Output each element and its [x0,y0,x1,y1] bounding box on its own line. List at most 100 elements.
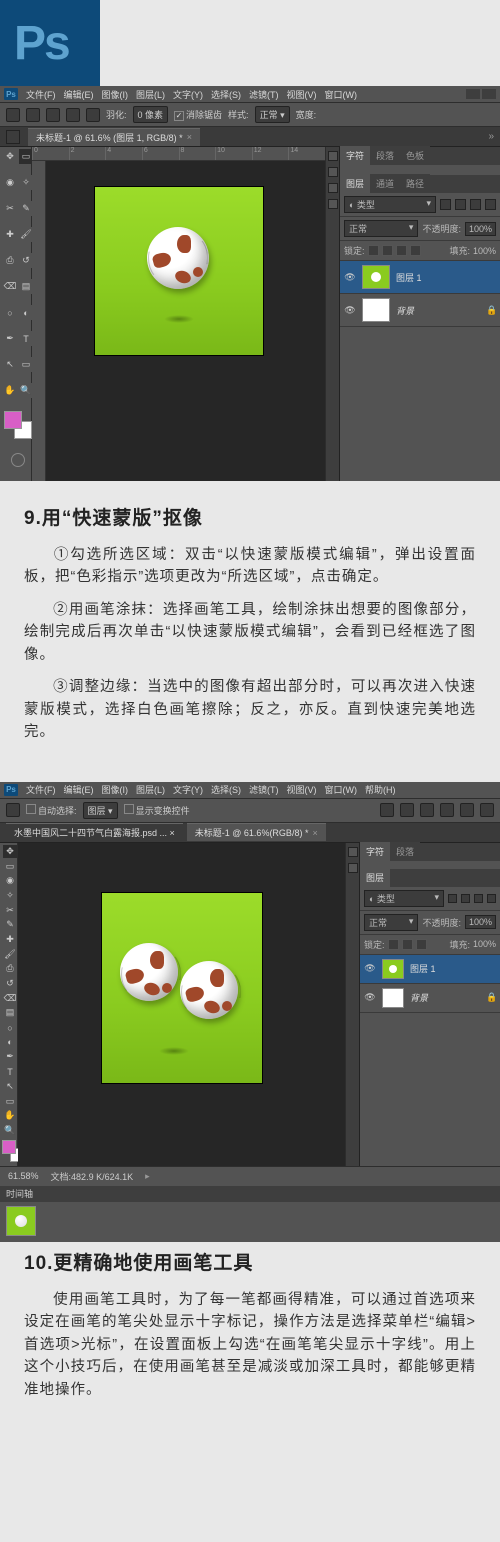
move-tool-icon[interactable]: ✥ [3,149,17,164]
menu-window[interactable]: 窗口(W) [325,88,358,101]
menu-edit[interactable]: 编辑(E) [64,88,94,101]
filter-icon[interactable] [470,199,481,210]
fill-input[interactable]: 100% [473,939,496,949]
menu-file[interactable]: 文件(F) [26,783,56,796]
wand-tool-icon[interactable]: ✧ [3,889,17,903]
menu-filter[interactable]: 滤镜(T) [249,783,279,796]
collapsed-panel-icon[interactable] [328,151,338,161]
menu-file[interactable]: 文件(F) [26,88,56,101]
align-icon[interactable] [460,803,474,817]
filter-icon[interactable] [461,894,470,903]
layer-thumbnail[interactable] [382,959,404,979]
quickmask-toggle-icon[interactable] [11,453,25,467]
tab-layers[interactable]: 图层 [340,174,370,193]
doc-info-caret-icon[interactable]: ▸ [145,1171,150,1182]
eyedrop-tool-icon[interactable]: ✎ [3,918,17,932]
document-tab-1[interactable]: 水墨中国风二十四节气白露海报.psd ... × [6,823,183,841]
collapsed-panel-icon[interactable] [328,199,338,209]
lock-all-icon[interactable] [396,245,407,256]
style-select[interactable]: 正常 ▾ [255,106,290,123]
layer-name[interactable]: 图层 1 [410,962,436,975]
tab-paragraph[interactable]: 段落 [390,842,420,861]
menu-window[interactable]: 窗口(W) [325,783,358,796]
align-icon[interactable] [420,803,434,817]
collapsed-panel-icon[interactable] [328,167,338,177]
collapsed-panel-icon[interactable] [328,183,338,193]
fg-color-swatch[interactable] [2,1140,16,1154]
tab-close-icon[interactable]: × [312,828,317,838]
menu-image[interactable]: 图像(I) [102,783,129,796]
layer-row-bg[interactable]: 👁 背景 🔒 [340,294,500,327]
minimize-button[interactable] [466,89,480,99]
filter-icon[interactable] [440,199,451,210]
path-tool-icon[interactable]: ↖ [3,357,17,372]
menu-type[interactable]: 文字(Y) [173,783,203,796]
document-tab-2[interactable]: 未标题-1 @ 61.6%(RGB/8) * × [187,823,326,841]
lasso-tool-icon[interactable]: ◉ [3,874,17,888]
marquee-tool-icon[interactable]: ▭ [19,149,33,164]
layer-row-1[interactable]: 👁 图层 1 [340,261,500,294]
antialias-checkbox[interactable]: ✓消除锯齿 [174,108,222,121]
wand-tool-icon[interactable]: ✧ [19,175,33,190]
tab-character[interactable]: 字符 [340,146,370,165]
collapsed-panel-icon[interactable] [348,863,358,873]
color-swatches[interactable] [4,411,32,439]
menu-select[interactable]: 选择(S) [211,88,241,101]
align-icon[interactable] [400,803,414,817]
dodge-tool-icon[interactable]: ◐ [3,1035,17,1049]
move-preset-icon[interactable] [6,803,20,817]
visibility-toggle-icon[interactable]: 👁 [364,992,376,1003]
tab-overflow-icon[interactable]: » [488,131,500,142]
menu-filter[interactable]: 滤镜(T) [249,88,279,101]
menu-edit[interactable]: 编辑(E) [64,783,94,796]
menu-help[interactable]: 帮助(H) [365,783,396,796]
brush-tool-icon[interactable]: 🖌 [19,227,33,242]
visibility-toggle-icon[interactable]: 👁 [344,305,356,316]
layer-thumbnail[interactable] [362,298,390,322]
eyedrop-tool-icon[interactable]: ✎ [19,201,33,216]
dodge-tool-icon[interactable]: ◐ [19,305,33,320]
path-tool-icon[interactable]: ↖ [3,1080,17,1094]
zoom-tool-icon[interactable]: 🔍 [3,1124,17,1138]
canvas-image[interactable] [95,187,263,355]
lock-position-icon[interactable] [382,245,393,256]
layer-row-bg[interactable]: 👁 背景 🔒 [360,984,500,1013]
marquee-add-icon[interactable] [46,108,60,122]
gradient-tool-icon[interactable]: ▤ [3,1006,17,1020]
collapsed-panel-icon[interactable] [348,847,358,857]
opacity-input[interactable]: 100% [465,915,496,929]
filter-icon[interactable] [487,894,496,903]
document-tab[interactable]: 未标题-1 @ 61.6% (图层 1, RGB/8) * × [28,128,200,146]
filter-icon[interactable] [448,894,457,903]
menu-view[interactable]: 视图(V) [287,88,317,101]
filter-icon[interactable] [474,894,483,903]
blur-tool-icon[interactable]: ○ [3,1021,17,1035]
fill-input[interactable]: 100% [473,246,496,256]
brush-tool-icon[interactable]: 🖌 [3,947,17,961]
visibility-toggle-icon[interactable]: 👁 [364,963,376,974]
layer-thumbnail[interactable] [362,265,390,289]
canvas-area[interactable] [18,843,346,1166]
lock-all-icon[interactable] [410,245,421,256]
zoom-level[interactable]: 61.58% [8,1171,39,1181]
timeline-frame-1[interactable] [6,1206,36,1236]
canvas-image[interactable] [102,893,262,1083]
tab-channels[interactable]: 通道 [370,174,400,193]
crop-tool-icon[interactable]: ✂ [3,903,17,917]
marquee-rect-icon[interactable] [26,108,40,122]
menu-type[interactable]: 文字(Y) [173,88,203,101]
canvas-area[interactable]: 02468101214 [32,147,326,481]
pen-tool-icon[interactable]: ✒ [3,1050,17,1064]
marquee-tool-icon[interactable]: ▭ [3,859,17,873]
filter-icon[interactable] [455,199,466,210]
transform-checkbox[interactable]: 显示变换控件 [124,804,190,817]
layer-row-1[interactable]: 👁 图层 1 [360,955,500,984]
tab-close-icon[interactable]: × [187,132,192,142]
blend-mode-select[interactable]: 正常▾ [344,220,418,237]
stamp-tool-icon[interactable]: ⎙ [3,253,17,268]
lock-icon[interactable] [402,939,413,950]
blur-tool-icon[interactable]: ○ [3,305,17,320]
stamp-tool-icon[interactable]: ⎙ [3,962,17,976]
lock-icon[interactable] [416,939,427,950]
tab-paths[interactable]: 路径 [400,174,430,193]
